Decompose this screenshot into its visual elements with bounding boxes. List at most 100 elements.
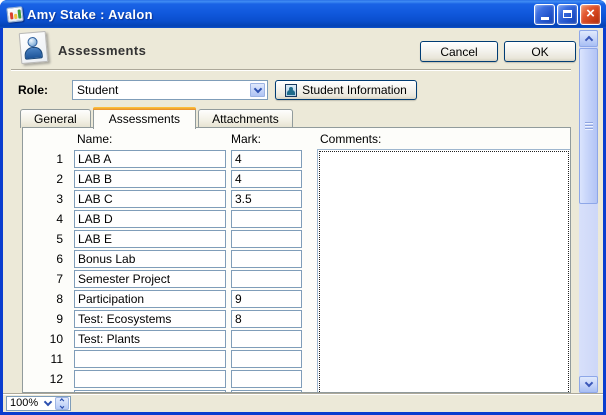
assessment-row: 7 (23, 269, 313, 289)
assessment-mark-input[interactable] (231, 150, 302, 168)
assessment-mark-input[interactable] (231, 310, 302, 328)
assessment-row: 10 (23, 329, 313, 349)
scroll-down-button[interactable] (579, 376, 598, 393)
assessment-name-input[interactable] (74, 210, 226, 228)
comments-textarea[interactable] (319, 151, 569, 393)
row-number: 8 (23, 292, 63, 306)
student-information-button[interactable]: Student Information (275, 80, 417, 100)
row-number: 5 (23, 232, 63, 246)
assessment-row: 4 (23, 209, 313, 229)
assessment-name-input[interactable] (74, 170, 226, 188)
assessment-mark-input[interactable] (231, 230, 302, 248)
chevron-down-icon (253, 84, 261, 92)
assessment-row: 8 (23, 289, 313, 309)
row-number: 10 (23, 332, 63, 346)
tab-attachments[interactable]: Attachments (198, 109, 293, 128)
assessments-person-icon (19, 31, 49, 64)
comments-box (317, 149, 571, 393)
scrollbar-thumb[interactable] (579, 48, 598, 204)
zoom-dropdown-button[interactable] (41, 397, 55, 410)
zoom-level: 100% (7, 397, 41, 409)
tab-general[interactable]: General (20, 109, 91, 128)
assessment-name-input[interactable] (74, 230, 226, 248)
assessment-name-input[interactable] (74, 190, 226, 208)
title-bar[interactable]: Amy Stake : Avalon × (0, 0, 606, 28)
assessment-mark-input[interactable] (231, 330, 302, 348)
person-icon (285, 84, 297, 97)
assessment-name-input[interactable] (74, 330, 226, 348)
chevron-down-icon (44, 397, 52, 405)
assessment-row: 6 (23, 249, 313, 269)
dialog-window: Amy Stake : Avalon × Assessments Cancel … (0, 0, 606, 415)
minimize-button[interactable] (534, 4, 555, 25)
role-selected-value: Student (73, 83, 248, 97)
row-number: 6 (23, 252, 63, 266)
assessment-row: 5 (23, 229, 313, 249)
assessment-name-input[interactable] (74, 290, 226, 308)
assessment-name-input[interactable] (74, 270, 226, 288)
assessment-mark-input[interactable] (231, 350, 302, 368)
assessment-name-input[interactable] (74, 390, 226, 393)
assessment-mark-input[interactable] (231, 250, 302, 268)
assessment-row: 9 (23, 309, 313, 329)
row-number: 1 (23, 152, 63, 166)
tab-assessments[interactable]: Assessments (93, 107, 196, 129)
assessment-name-input[interactable] (74, 350, 226, 368)
assessment-rows: 123456789101112 (23, 149, 313, 393)
assessment-name-input[interactable] (74, 250, 226, 268)
row-number: 4 (23, 212, 63, 226)
row-number: 7 (23, 272, 63, 286)
combo-dropdown-button[interactable] (249, 82, 266, 98)
dialog-body: Assessments Cancel OK Role: Student Stud… (3, 28, 603, 412)
row-number: 12 (23, 372, 63, 386)
assessment-row: 2 (23, 169, 313, 189)
role-select[interactable]: Student (72, 80, 268, 100)
assessment-mark-input[interactable] (231, 370, 302, 388)
assessment-row: 12 (23, 369, 313, 389)
vertical-scrollbar[interactable] (579, 30, 598, 393)
chevron-down-icon (584, 379, 592, 387)
assessment-mark-input[interactable] (231, 390, 302, 393)
assessment-mark-input[interactable] (231, 270, 302, 288)
close-button[interactable]: × (580, 4, 601, 25)
zoom-control: 100% (6, 396, 71, 411)
role-label: Role: (18, 83, 48, 97)
assessment-row: 3 (23, 189, 313, 209)
assessment-mark-input[interactable] (231, 190, 302, 208)
assessment-mark-input[interactable] (231, 290, 302, 308)
assessment-row: 11 (23, 349, 313, 369)
assessment-name-input[interactable] (74, 310, 226, 328)
minimize-icon (541, 17, 549, 20)
row-number: 9 (23, 312, 63, 326)
chevron-up-icon (60, 398, 65, 403)
student-information-label: Student Information (302, 83, 407, 97)
cancel-button[interactable]: Cancel (420, 41, 498, 62)
status-bar: 100% (3, 393, 603, 412)
chevron-down-icon (60, 404, 65, 409)
thumb-grip-icon (585, 122, 593, 131)
assessment-name-input[interactable] (74, 370, 226, 388)
assessment-name-input[interactable] (74, 150, 226, 168)
close-icon: × (586, 6, 595, 21)
zoom-stepper[interactable] (55, 397, 69, 410)
comments-label: Comments: (320, 132, 381, 146)
page-title: Assessments (58, 43, 146, 58)
row-number: 11 (23, 352, 63, 366)
ok-button[interactable]: OK (504, 41, 576, 62)
row-number: 2 (23, 172, 63, 186)
scroll-up-button[interactable] (579, 30, 598, 47)
assessment-mark-input[interactable] (231, 170, 302, 188)
row-number: 3 (23, 192, 63, 206)
assessments-panel: Name: Mark: Comments: 123456789101112 (22, 127, 571, 393)
assessment-mark-input[interactable] (231, 210, 302, 228)
maximize-button[interactable] (557, 4, 578, 25)
assessment-row (23, 389, 313, 393)
mark-column-header: Mark: (231, 132, 261, 146)
name-column-header: Name: (77, 132, 112, 146)
maximize-icon (563, 10, 572, 18)
header-separator (11, 69, 571, 71)
window-title: Amy Stake : Avalon (27, 7, 532, 22)
assessment-row: 1 (23, 149, 313, 169)
tab-bar: General Assessments Attachments (20, 107, 295, 128)
app-icon (6, 6, 23, 23)
